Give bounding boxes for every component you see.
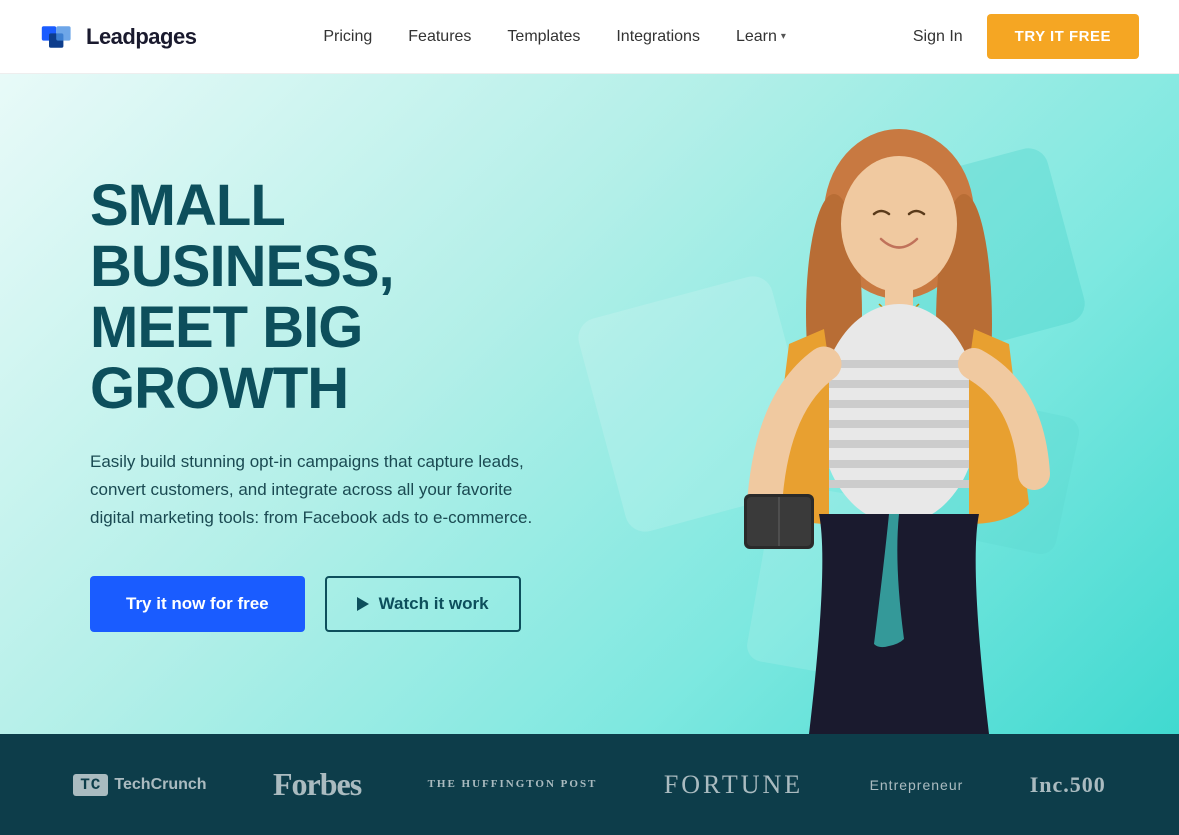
navbar: Leadpages Pricing Features Templates Int… — [0, 0, 1179, 74]
press-logo-inc500: Inc.500 — [1030, 772, 1106, 798]
hero-cta-secondary-button[interactable]: Watch it work — [325, 576, 521, 632]
nav-item-integrations[interactable]: Integrations — [616, 28, 700, 45]
try-it-free-nav-button[interactable]: TRY IT FREE — [987, 14, 1139, 59]
nav-item-features[interactable]: Features — [408, 28, 471, 45]
nav-right: Sign In TRY IT FREE — [913, 14, 1139, 59]
techcrunch-label: TechCrunch — [114, 776, 206, 794]
hero-content: SMALL BUSINESS, MEET BIG GROWTH Easily b… — [0, 96, 620, 712]
press-logo-huffpost: THE HUFFINGTON POST — [428, 776, 598, 793]
logo-icon — [40, 19, 76, 55]
press-bar: TC TechCrunch Forbes THE HUFFINGTON POST… — [0, 734, 1179, 835]
hero-subheadline: Easily build stunning opt-in campaigns t… — [90, 448, 540, 532]
hero-image-area — [619, 74, 1179, 734]
press-logo-fortune: FORTUNE — [664, 770, 803, 800]
hero-cta-primary-button[interactable]: Try it now for free — [90, 576, 305, 632]
nav-item-templates[interactable]: Templates — [507, 28, 580, 45]
learn-chevron-icon: ▾ — [781, 31, 786, 42]
sign-in-link[interactable]: Sign In — [913, 28, 963, 46]
hero-buttons: Try it now for free Watch it work — [90, 576, 540, 632]
logo-text: Leadpages — [86, 24, 196, 50]
nav-links: Pricing Features Templates Integrations … — [323, 28, 786, 46]
nav-item-learn[interactable]: Learn ▾ — [736, 28, 786, 46]
press-logo-entrepreneur: Entrepreneur — [870, 777, 964, 793]
tc-badge: TC — [73, 774, 108, 796]
nav-item-pricing[interactable]: Pricing — [323, 28, 372, 45]
press-logo-techcrunch: TC TechCrunch — [73, 774, 206, 796]
press-logo-forbes: Forbes — [273, 766, 361, 803]
hero-person-illustration — [689, 84, 1109, 734]
hero-headline: SMALL BUSINESS, MEET BIG GROWTH — [90, 176, 540, 420]
hero-section: SMALL BUSINESS, MEET BIG GROWTH Easily b… — [0, 74, 1179, 734]
logo-link[interactable]: Leadpages — [40, 19, 196, 55]
play-icon — [357, 597, 369, 611]
